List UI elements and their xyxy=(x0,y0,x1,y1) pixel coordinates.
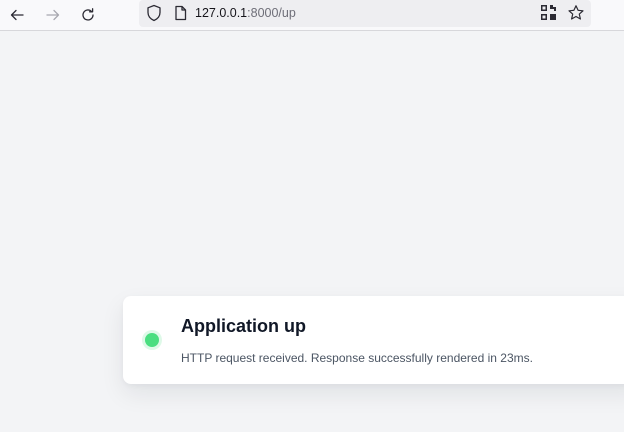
star-icon[interactable] xyxy=(567,4,585,22)
forward-button[interactable] xyxy=(41,3,65,27)
arrow-left-icon xyxy=(10,9,24,21)
reload-button[interactable] xyxy=(76,3,100,27)
status-message: HTTP request received. Response successf… xyxy=(181,351,533,365)
browser-toolbar: 127.0.0.1:8000/up xyxy=(0,0,624,31)
address-bar[interactable]: 127.0.0.1:8000/up xyxy=(139,0,591,27)
reload-icon xyxy=(82,8,94,21)
url-text[interactable]: 127.0.0.1:8000/up xyxy=(195,5,296,21)
url-host: 127.0.0.1 xyxy=(195,6,248,20)
page-icon[interactable] xyxy=(174,5,187,21)
shield-icon[interactable] xyxy=(146,4,162,22)
arrow-right-icon xyxy=(46,9,60,21)
status-indicator xyxy=(145,333,159,347)
qr-code-icon[interactable] xyxy=(540,4,557,21)
url-path: :8000/up xyxy=(247,6,296,20)
back-button[interactable] xyxy=(5,3,29,27)
status-title: Application up xyxy=(181,316,306,336)
status-card: Application up HTTP request received. Re… xyxy=(123,296,624,384)
